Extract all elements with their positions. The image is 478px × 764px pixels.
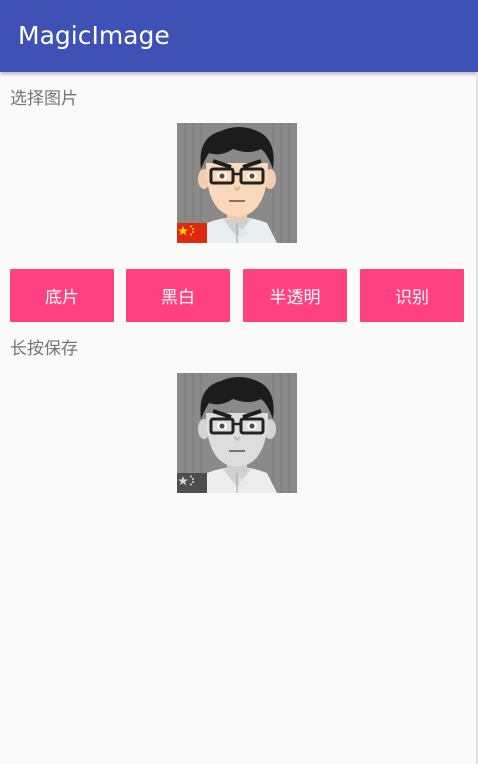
black-white-button[interactable]: 黑白 <box>126 269 230 322</box>
recognize-button[interactable]: 识别 <box>360 269 464 322</box>
result-image[interactable] <box>177 373 297 493</box>
app-bar: MagicImage <box>0 0 478 72</box>
source-image[interactable] <box>177 123 297 243</box>
translucent-button[interactable]: 半透明 <box>243 269 347 322</box>
long-press-save-label: 长按保存 <box>10 339 78 359</box>
cartoon-avatar <box>177 123 297 243</box>
cartoon-avatar-grayscale <box>177 373 297 493</box>
select-image-label: 选择图片 <box>10 89 78 109</box>
negative-button[interactable]: 底片 <box>10 269 114 322</box>
app-title: MagicImage <box>18 21 170 50</box>
